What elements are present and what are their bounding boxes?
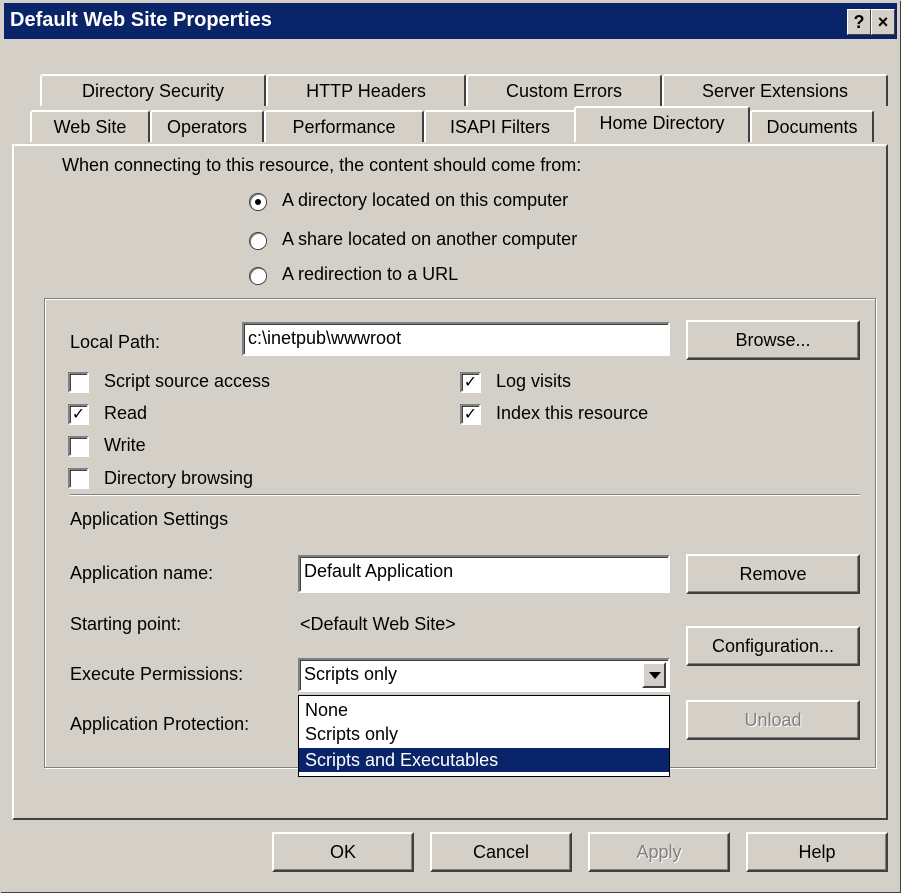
- log-visits-label[interactable]: Log visits: [496, 371, 571, 392]
- browse-button[interactable]: Browse...: [686, 320, 860, 360]
- write-label[interactable]: Write: [104, 435, 146, 456]
- remove-button[interactable]: Remove: [686, 554, 860, 594]
- checkbox-index-resource[interactable]: ✓: [460, 404, 481, 425]
- checkbox-directory-browsing[interactable]: [68, 468, 89, 489]
- application-name-input[interactable]: Default Application: [298, 555, 670, 593]
- radio-url-redirect[interactable]: [250, 268, 266, 284]
- configuration-button[interactable]: Configuration...: [686, 626, 860, 666]
- checkbox-script-source-access[interactable]: [68, 372, 89, 393]
- radio-network-share-label[interactable]: A share located on another computer: [282, 229, 577, 250]
- radio-url-redirect-label[interactable]: A redirection to a URL: [282, 264, 458, 285]
- unload-button[interactable]: Unload: [686, 700, 860, 740]
- checkbox-log-visits[interactable]: ✓: [460, 372, 481, 393]
- help-button[interactable]: Help: [746, 832, 888, 872]
- application-protection-label: Application Protection:: [70, 714, 250, 734]
- script-source-access-label[interactable]: Script source access: [104, 371, 270, 392]
- radio-local-directory[interactable]: [250, 194, 266, 210]
- application-name-label: Application name:: [70, 563, 214, 583]
- dropdown-option-scripts-only[interactable]: Scripts only: [299, 722, 669, 746]
- execute-permissions-dropdown: None Scripts only Scripts and Executable…: [298, 695, 670, 777]
- radio-local-directory-label[interactable]: A directory located on this computer: [282, 190, 568, 211]
- execute-permissions-value: Scripts only: [304, 664, 398, 684]
- checkbox-write[interactable]: [68, 436, 89, 457]
- directory-browsing-label[interactable]: Directory browsing: [104, 468, 253, 489]
- dropdown-option-scripts-and-executables[interactable]: Scripts and Executables: [299, 748, 669, 772]
- ok-button[interactable]: OK: [272, 832, 414, 872]
- starting-point-value: <Default Web Site>: [300, 614, 456, 634]
- radio-network-share[interactable]: [250, 233, 266, 249]
- local-path-input[interactable]: c:\inetpub\wwwroot: [242, 322, 670, 356]
- content-source-heading: When connecting to this resource, the co…: [62, 155, 582, 175]
- properties-dialog: Default Web Site Properties ? × Director…: [0, 0, 901, 893]
- chevron-down-icon[interactable]: [642, 662, 666, 688]
- checkbox-read[interactable]: ✓: [68, 404, 89, 425]
- read-label[interactable]: Read: [104, 403, 147, 424]
- cancel-button[interactable]: Cancel: [430, 832, 572, 872]
- local-path-label: Local Path:: [70, 332, 161, 352]
- apply-button[interactable]: Apply: [588, 832, 730, 872]
- dropdown-option-none[interactable]: None: [299, 698, 669, 722]
- application-settings-heading: Application Settings: [70, 509, 229, 529]
- separator: [70, 494, 860, 496]
- starting-point-label: Starting point:: [70, 614, 182, 634]
- index-resource-label[interactable]: Index this resource: [496, 403, 648, 424]
- execute-permissions-select[interactable]: Scripts only: [298, 658, 670, 692]
- execute-permissions-label: Execute Permissions:: [70, 664, 244, 684]
